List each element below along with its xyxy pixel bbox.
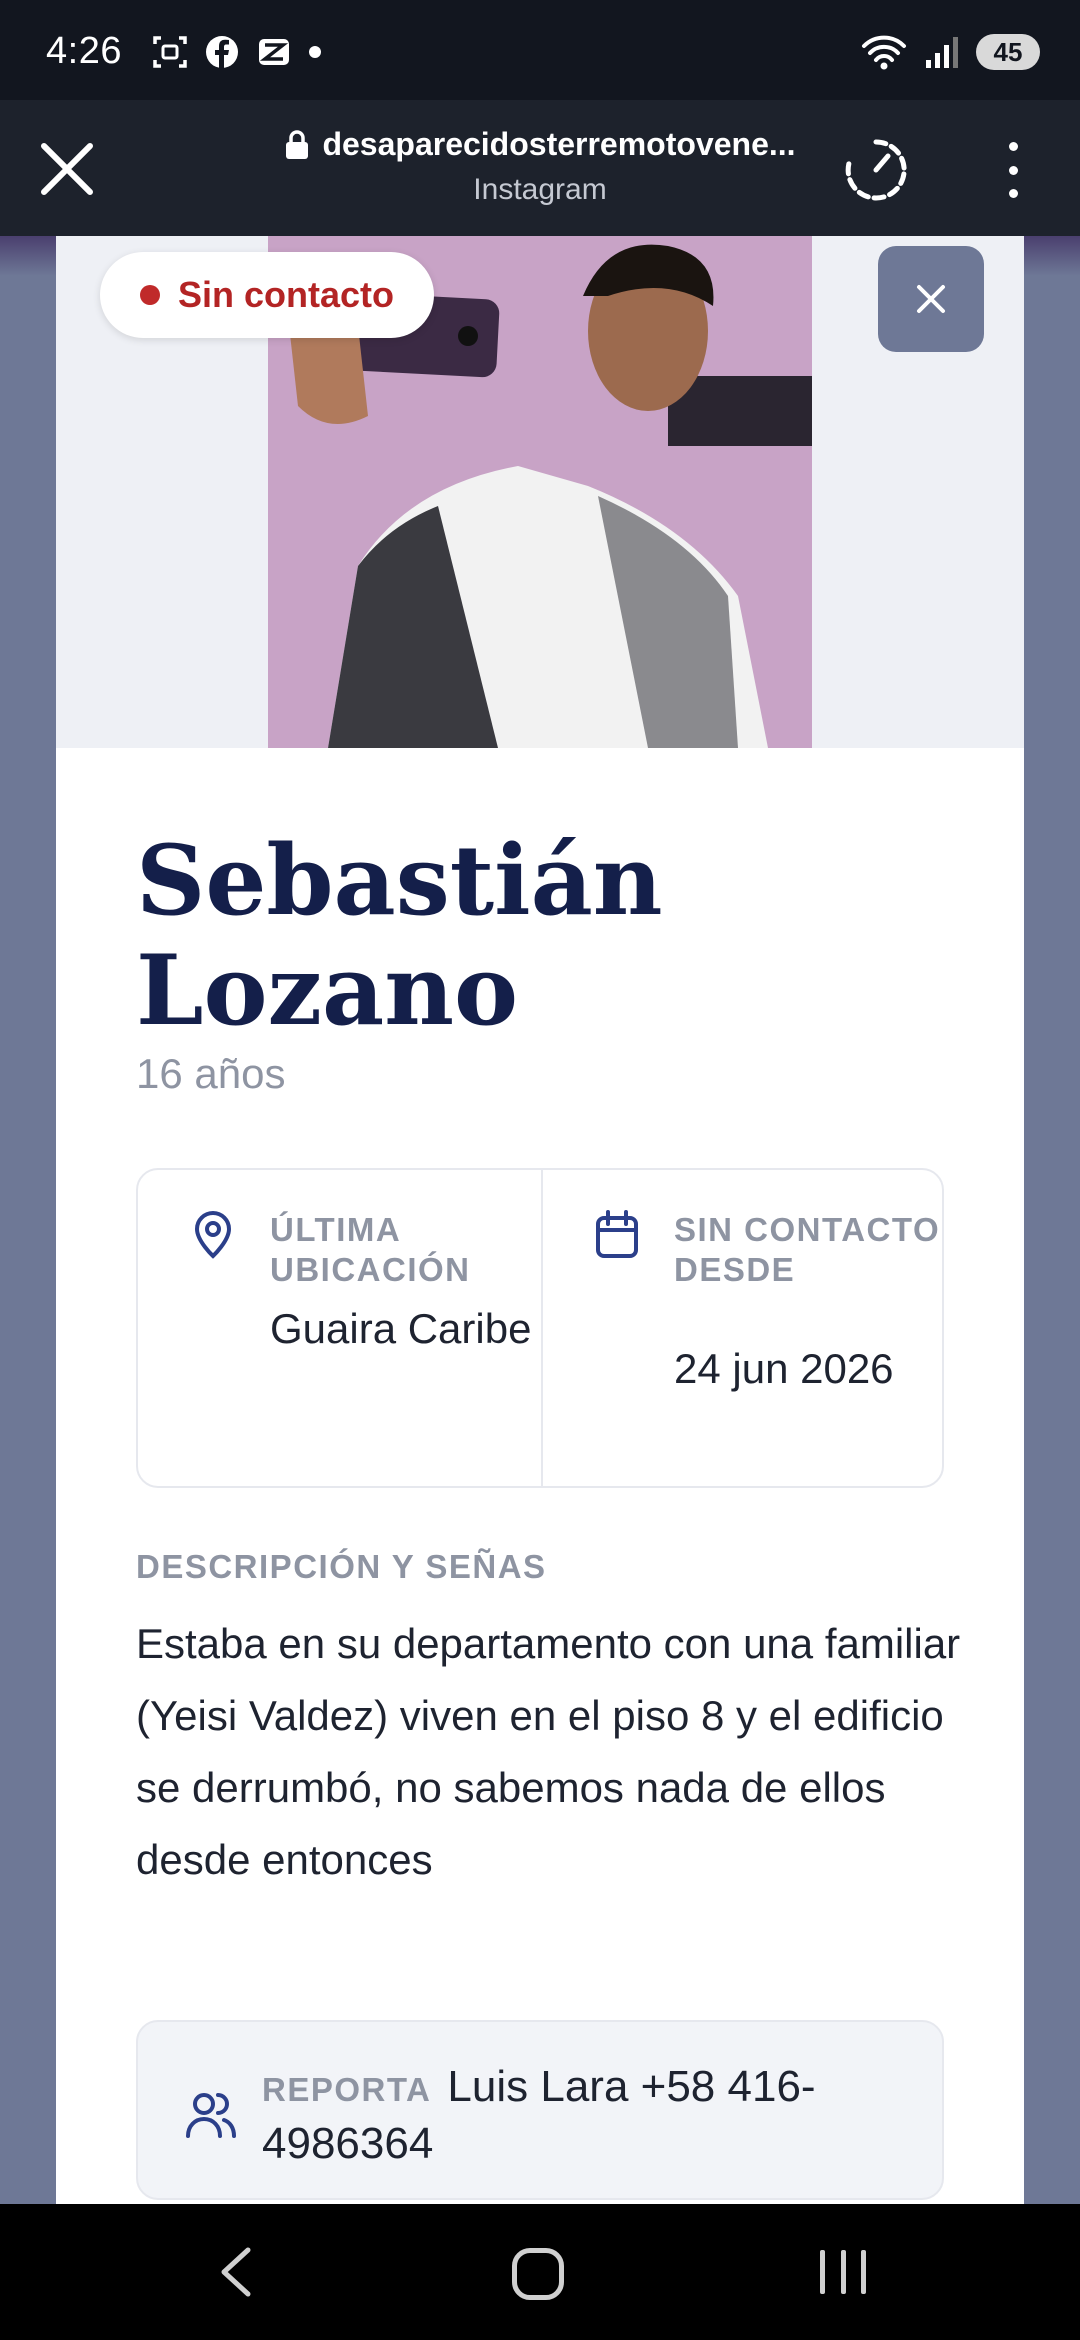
url-text: desaparecidosterremotovene... (322, 126, 796, 162)
url-subtitle: Instagram (473, 173, 607, 206)
recents-icon[interactable] (820, 2250, 866, 2294)
system-icons: 45 (860, 32, 1040, 72)
notification-icons (152, 34, 322, 70)
status-time: 4:26 (46, 30, 122, 72)
location-pin-icon (194, 1211, 232, 1259)
wifi-icon (862, 35, 906, 70)
no-contact-since-value: 24 jun 2026 (674, 1345, 894, 1392)
close-button[interactable] (878, 246, 984, 352)
lock-icon (286, 129, 309, 159)
close-icon (917, 285, 945, 313)
menu-icon[interactable] (1000, 142, 1026, 198)
url-area[interactable]: desaparecidosterremotovene... Instagram (270, 126, 810, 207)
status-dot (140, 285, 160, 305)
signal-icon (926, 37, 958, 68)
photo-area: Sin contacto (56, 236, 1024, 748)
facebook-icon (206, 36, 238, 68)
reporter-line: REPORTA Luis Lara +58 416-4986364 (262, 2060, 912, 2171)
back-icon[interactable] (214, 2246, 260, 2298)
status-badge: Sin contacto (100, 252, 435, 338)
last-location-label: ÚLTIMA UBICACIÓN (270, 1211, 471, 1288)
close-icon[interactable] (36, 138, 98, 200)
person-name: Sebastián Lozano (136, 824, 663, 1047)
browser-toolbar: desaparecidosterremotovene... Instagram (0, 100, 1080, 236)
person-age: 16 años (136, 1050, 286, 1097)
home-icon[interactable] (512, 2248, 564, 2300)
dot-icon (309, 46, 321, 58)
no-contact-since-label: SIN CONTACTO DESDE (674, 1211, 941, 1288)
status-badge-label: Sin contacto (178, 274, 395, 315)
reporter-label: REPORTA (262, 2071, 432, 2108)
status-bar: 4:26 45 (0, 0, 1080, 100)
description-label: DESCRIPCIÓN Y SEÑAS (136, 1548, 547, 1585)
speed-icon[interactable] (842, 136, 910, 204)
info-box: ÚLTIMA UBICACIÓN Guaira Caribe SIN CONTA… (136, 1168, 944, 1488)
people-icon (186, 2093, 236, 2138)
app-icon (259, 39, 289, 65)
reporter-box: REPORTA Luis Lara +58 416-4986364 (136, 2020, 944, 2200)
description-text: Estaba en su departamento con una famili… (136, 1620, 961, 1883)
screenshot-icon (153, 36, 187, 68)
last-location-value: Guaira Caribe (270, 1305, 532, 1352)
battery-indicator: 45 (976, 34, 1040, 70)
system-nav-bar (0, 2204, 1080, 2340)
missing-person-card: Sin contacto Sebastián Lozano 16 años ÚL… (56, 236, 1024, 2204)
calendar-icon (596, 1210, 638, 1258)
